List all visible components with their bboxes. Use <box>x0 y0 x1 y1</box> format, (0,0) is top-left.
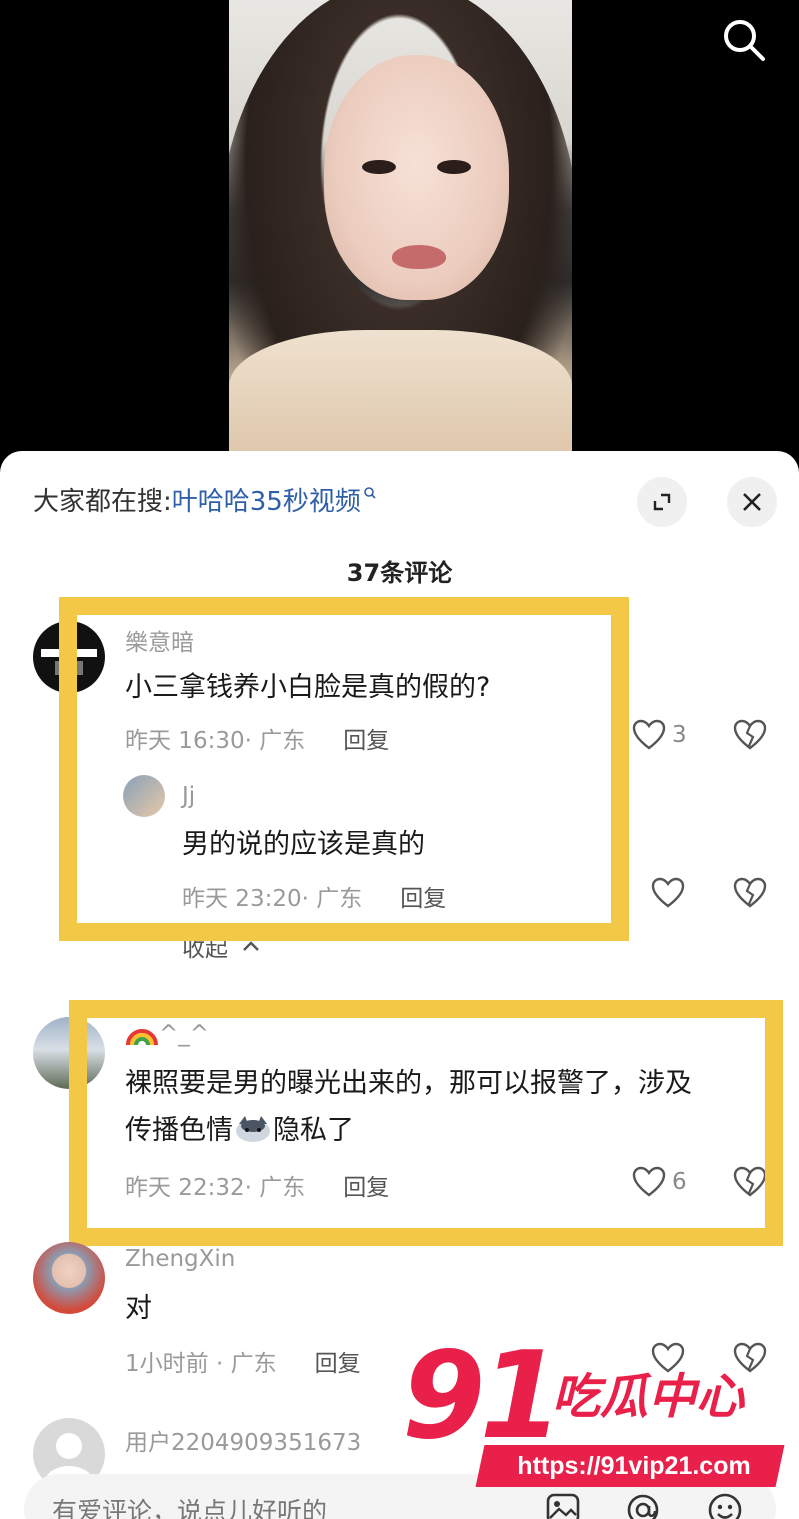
like-count: 3 <box>672 722 687 748</box>
video-face-shape <box>324 55 509 300</box>
hot-search-label: 大家都在搜: <box>33 487 172 517</box>
comment-time: 1小时前 · 广东 <box>125 1351 277 1377</box>
dislike-icon[interactable] <box>733 719 767 751</box>
video-shirt-shape <box>229 330 572 470</box>
like-button[interactable] <box>651 877 685 909</box>
highlight-box <box>59 597 629 941</box>
at-mention-icon[interactable] <box>625 1492 661 1519</box>
hot-search-keyword[interactable]: 叶哈哈35秒视频 <box>172 487 361 517</box>
search-icon[interactable] <box>720 16 768 64</box>
watermark: 91 吃瓜中心 https://91vip21.com <box>402 1337 792 1495</box>
comment-text: 对 <box>125 1293 152 1324</box>
video-frame <box>229 0 572 470</box>
comment-meta: 1小时前 · 广东 回复 <box>125 1344 361 1378</box>
video-eye-left <box>362 160 396 174</box>
image-icon[interactable] <box>545 1492 581 1519</box>
comment-input-placeholder[interactable]: 有爱评论，说点儿好听的 <box>52 1492 327 1519</box>
watermark-brand: 吃瓜中心 <box>552 1369 745 1425</box>
comment-username[interactable]: 用户2204909351673 <box>125 1423 361 1457</box>
hot-search-bar[interactable]: 大家都在搜:叶哈哈35秒视频 <box>33 481 377 518</box>
watermark-number: 91 <box>402 1327 563 1466</box>
close-button[interactable] <box>727 477 777 527</box>
reply-button[interactable]: 回复 <box>315 1351 361 1377</box>
dislike-icon[interactable] <box>733 877 767 909</box>
comment-username[interactable]: ZhengXin <box>125 1246 235 1272</box>
video-eye-right <box>437 160 471 174</box>
expand-icon <box>653 493 671 511</box>
close-icon <box>743 493 761 511</box>
small-search-icon <box>364 487 376 499</box>
like-button[interactable]: 3 <box>632 719 687 751</box>
heart-icon <box>632 719 666 750</box>
highlight-box <box>69 1000 783 1246</box>
chevron-up-icon <box>243 941 259 951</box>
video-player[interactable] <box>0 0 799 470</box>
video-lips <box>392 245 446 269</box>
watermark-url: https://91vip21.com <box>517 1452 751 1480</box>
expand-button[interactable] <box>637 477 687 527</box>
avatar[interactable] <box>33 1242 105 1314</box>
heart-icon <box>651 877 685 908</box>
emoji-icon[interactable] <box>707 1492 743 1519</box>
comment-count: 37条评论 <box>346 559 453 587</box>
